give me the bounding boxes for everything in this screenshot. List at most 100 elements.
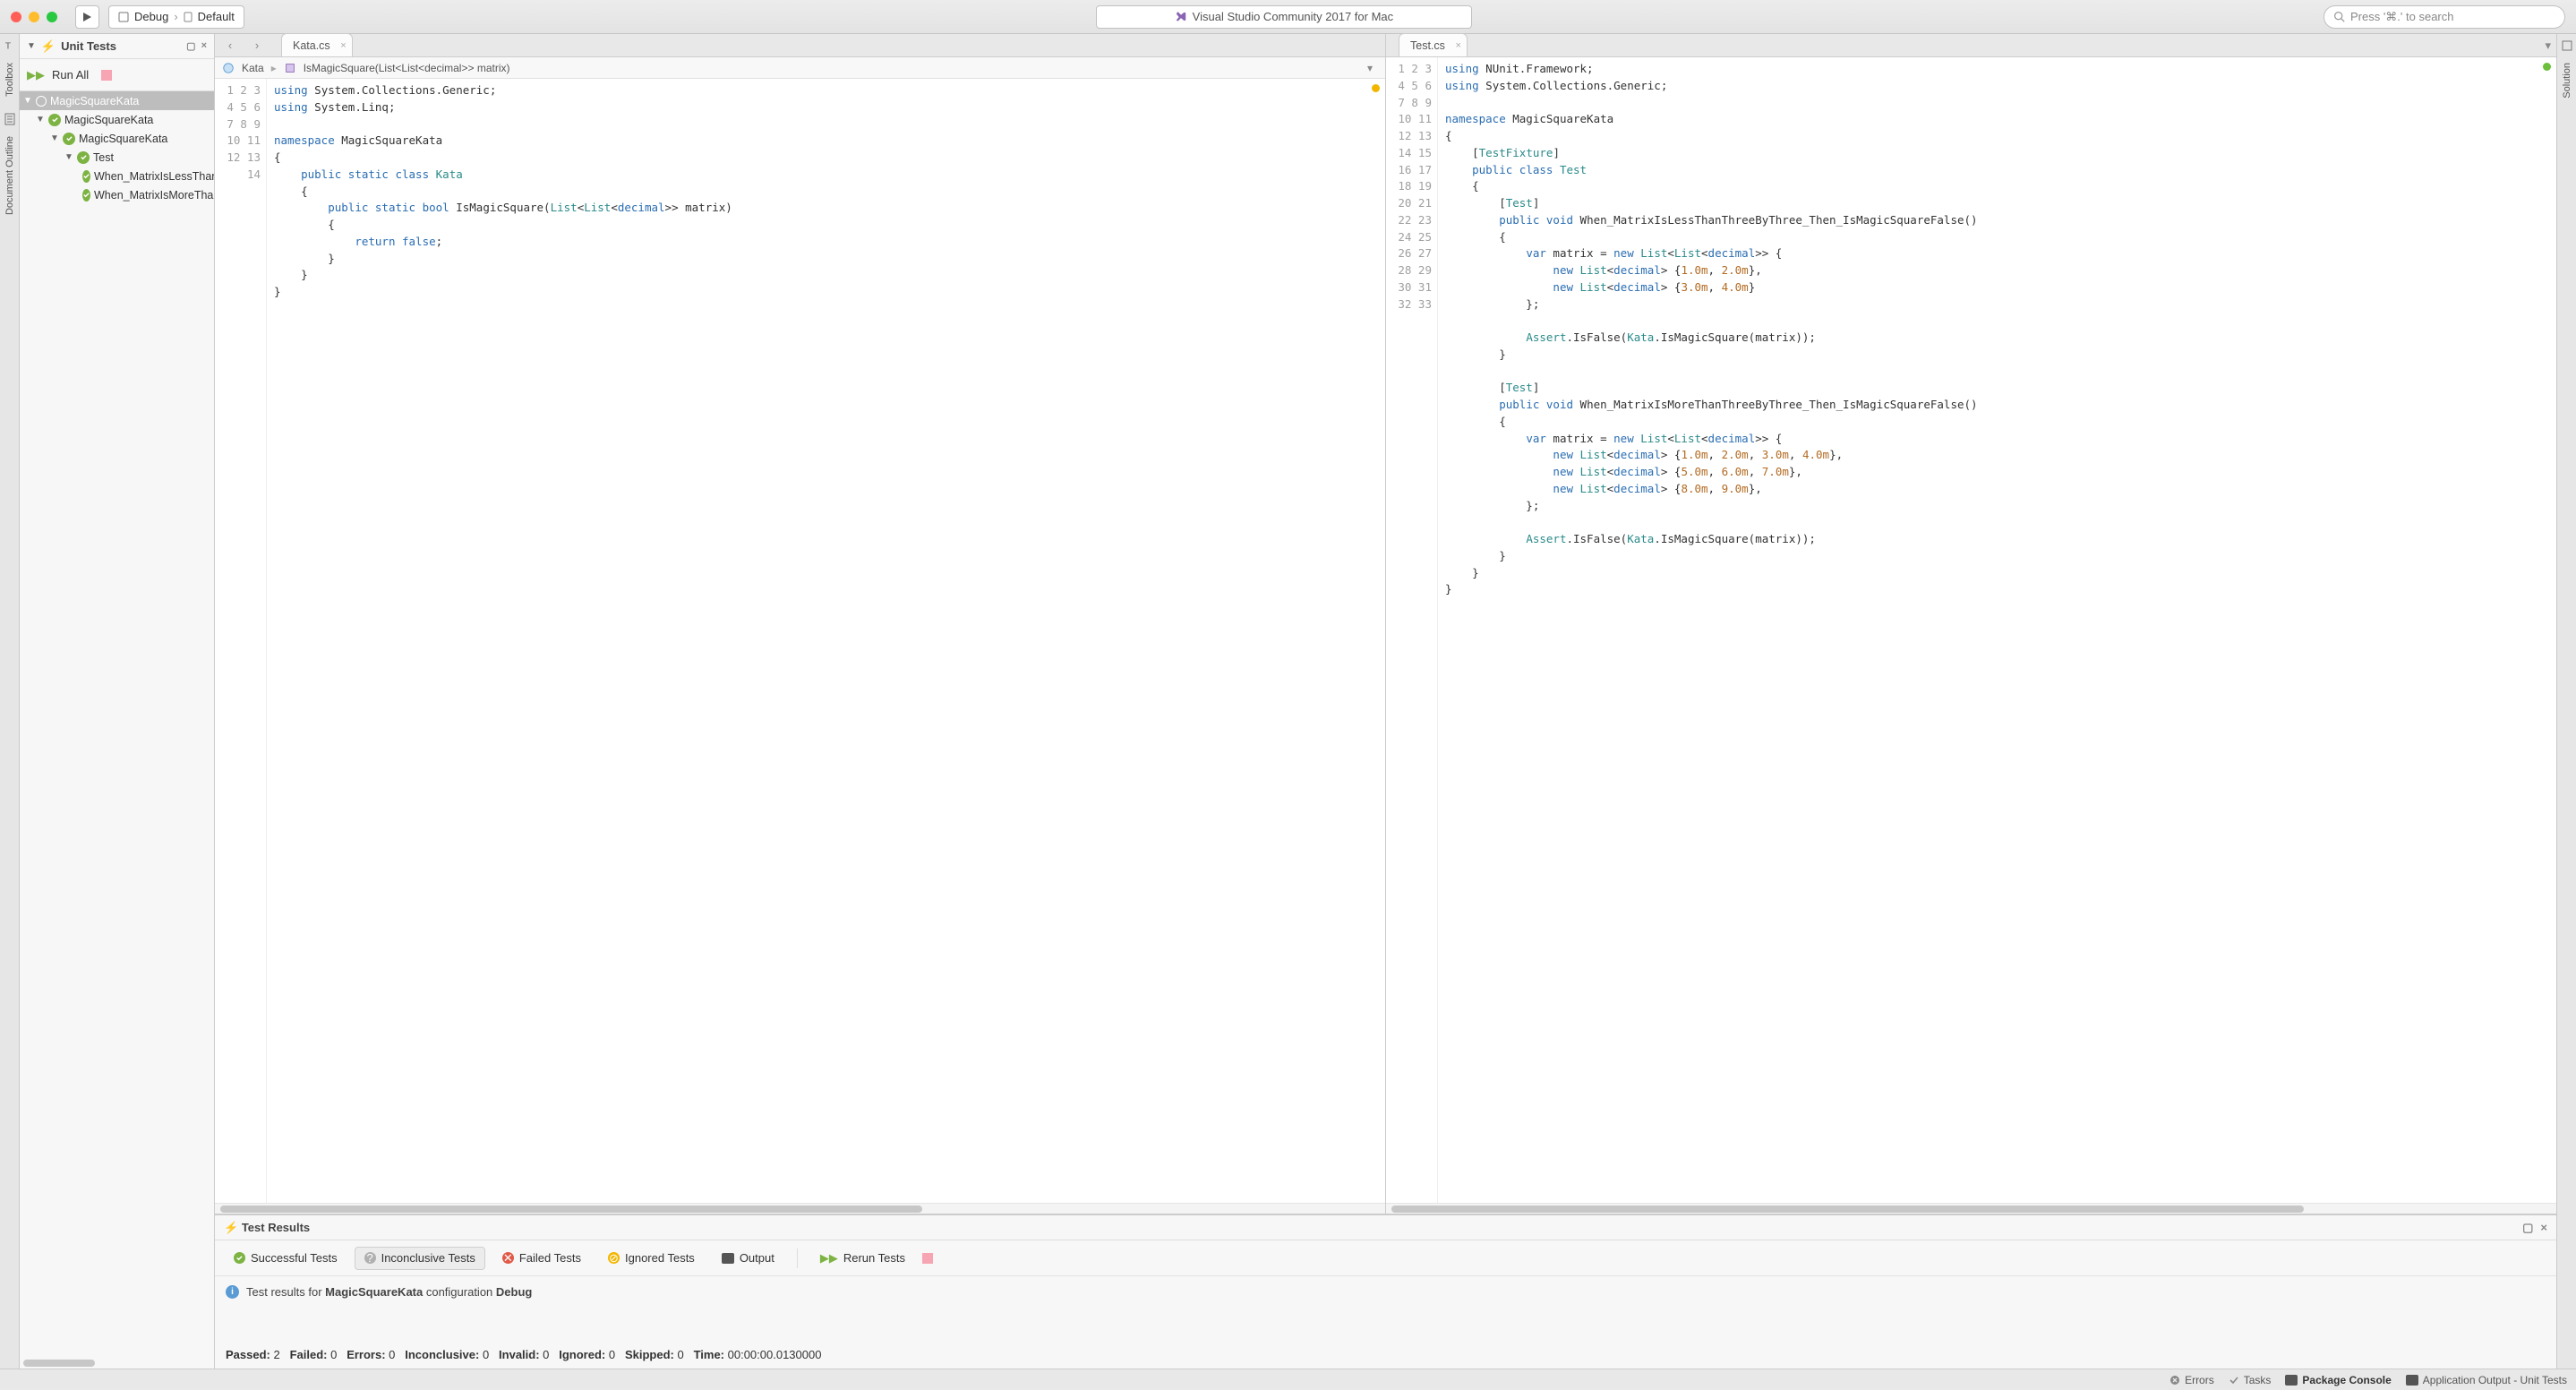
filter-ignored[interactable]: ⊘ Ignored Tests [598,1247,705,1270]
chevron-down-icon[interactable]: ▼ [50,133,59,143]
autohide-button[interactable]: ▢ [2522,1221,2533,1235]
close-tab-button[interactable]: × [1455,40,1460,51]
tree-label: When_MatrixIsLessThanThreeByThree_Then_I… [94,170,214,183]
tree-leaf[interactable]: When_MatrixIsLessThanThreeByThree_Then_I… [20,167,214,185]
terminal-icon [722,1253,734,1264]
stop-tests-button[interactable] [101,70,112,81]
chevron-right-icon: ▸ [271,62,277,74]
autohide-button[interactable]: ▢ [186,40,195,52]
tab-label: Test.cs [1410,39,1445,52]
divider [797,1248,798,1268]
document-outline-icon[interactable] [4,113,16,125]
unit-tests-tree: ▼ MagicSquareKata ▼ MagicSquareKata ▼ Ma… [20,91,214,1358]
run-button[interactable] [75,5,99,29]
svg-text:T: T [4,41,11,52]
chevron-down-icon[interactable]: ▼ [23,96,32,106]
tree-root[interactable]: ▼ MagicSquareKata [20,91,214,110]
editor-column: ‹ › Kata.cs × Kata ▸ IsMagicSquare(List<… [215,34,2556,1369]
code-area-left[interactable]: 1 2 3 4 5 6 7 8 9 10 11 12 13 14 using S… [215,79,1385,1203]
unit-tests-panel: ▼ ⚡ Unit Tests ▢ × ▶▶ Run All ▼ MagicSqu… [20,34,215,1369]
build-status-icon [2543,63,2551,71]
visual-studio-icon [1175,11,1187,23]
tree-leaf[interactable]: When_MatrixIsMoreThanThreeByThree_Then_I… [20,185,214,204]
toolbox-label[interactable]: Toolbox [4,63,15,97]
triangle-down-icon[interactable]: ▼ [27,41,36,51]
horizontal-scrollbar[interactable] [23,1360,95,1367]
status-errors[interactable]: Errors [2169,1374,2214,1386]
tree-node[interactable]: ▼ MagicSquareKata [20,110,214,129]
zoom-window-button[interactable] [47,12,57,22]
tree-label: When_MatrixIsMoreThanThreeByThree_Then_I… [94,189,214,202]
close-panel-button[interactable]: × [2540,1221,2547,1235]
terminal-icon [2285,1375,2298,1386]
app-title-pill: Visual Studio Community 2017 for Mac [1096,5,1472,29]
breadcrumb-menu-button[interactable]: ▾ [1362,60,1378,76]
status-application-output[interactable]: Application Output - Unit Tests [2406,1374,2567,1386]
chevron-right-icon: › [174,10,177,23]
results-summary: Passed: 2 Failed: 0 Errors: 0 Inconclusi… [215,1341,2556,1369]
test-pass-icon [48,114,61,126]
run-icon: ▶▶ [820,1251,838,1266]
status-tasks[interactable]: Tasks [2229,1374,2272,1386]
app-title: Visual Studio Community 2017 for Mac [1193,10,1393,23]
editor-nav-bar: ‹ › Kata.cs × [215,34,1385,57]
close-window-button[interactable] [11,12,21,22]
close-tab-button[interactable]: × [340,40,346,51]
status-package-console[interactable]: Package Console [2285,1374,2391,1386]
test-results-header: ⚡ Test Results ▢ × [215,1215,2556,1240]
tab-kata[interactable]: Kata.cs × [281,33,353,56]
bolt-icon: ⚡ [41,39,56,54]
close-panel-button[interactable]: × [201,40,207,52]
method-icon [284,62,296,74]
fail-icon: ✕ [502,1252,514,1264]
unit-tests-header: ▼ ⚡ Unit Tests ▢ × [20,34,214,59]
run-all-bar: ▶▶ Run All [20,59,214,91]
window-controls [11,12,57,22]
tree-label: MagicSquareKata [79,133,167,145]
nav-back-button[interactable]: ‹ [220,37,240,55]
pane-menu-button[interactable]: ▾ [2545,39,2551,53]
filter-inconclusive[interactable]: ? Inconclusive Tests [355,1247,485,1270]
chevron-down-icon[interactable]: ▼ [64,152,73,162]
results-filter-row: Successful Tests ? Inconclusive Tests ✕ … [215,1240,2556,1276]
pass-icon [234,1252,245,1264]
info-text: Test results for MagicSquareKata configu… [246,1285,532,1299]
tree-node[interactable]: ▼ MagicSquareKata [20,129,214,148]
stop-tests-button[interactable] [922,1253,933,1264]
tree-label: Test [93,151,114,164]
rerun-tests-button[interactable]: ▶▶ Rerun Tests [810,1247,915,1270]
filter-output[interactable]: Output [712,1247,784,1270]
solution-icon[interactable] [2561,39,2573,52]
search-icon [2333,11,2345,22]
editor-split: ‹ › Kata.cs × Kata ▸ IsMagicSquare(List<… [215,34,2556,1214]
code-text[interactable]: using System.Collections.Generic; using … [267,79,1385,1203]
test-pass-icon [77,151,90,164]
filter-successful[interactable]: Successful Tests [224,1247,347,1270]
filter-failed[interactable]: ✕ Failed Tests [492,1247,591,1270]
target-icon [184,12,193,22]
editor-pane-right: Test.cs × ▾ 1 2 3 4 5 6 7 8 9 10 11 12 1… [1386,34,2556,1214]
nav-forward-button[interactable]: › [247,37,267,55]
document-outline-label[interactable]: Document Outline [4,136,15,215]
search-field[interactable]: Press '⌘.' to search [2324,5,2565,29]
test-results-title: Test Results [242,1221,310,1234]
right-rail: Solution [2556,34,2576,1369]
run-all-label[interactable]: Run All [52,68,89,82]
horizontal-scrollbar[interactable] [1386,1203,2556,1214]
toolbox-icon[interactable]: T [4,39,16,52]
solution-label[interactable]: Solution [2562,63,2572,99]
editor-tabstrip-right: Test.cs × ▾ [1386,34,2556,57]
minimize-window-button[interactable] [29,12,39,22]
horizontal-scrollbar[interactable] [215,1203,1385,1214]
breadcrumb-bar[interactable]: Kata ▸ IsMagicSquare(List<List<decimal>>… [215,57,1385,79]
editor-pane-left: ‹ › Kata.cs × Kata ▸ IsMagicSquare(List<… [215,34,1386,1214]
tab-test[interactable]: Test.cs × [1399,33,1468,56]
chevron-down-icon[interactable]: ▼ [36,115,45,124]
configuration-selector[interactable]: Debug › Default [108,5,244,29]
device-icon [118,12,129,22]
tree-node[interactable]: ▼ Test [20,148,214,167]
code-text[interactable]: using NUnit.Framework; using System.Coll… [1438,57,2556,1203]
inconclusive-icon: ? [364,1252,376,1264]
target-label: Default [198,10,235,23]
code-area-right[interactable]: 1 2 3 4 5 6 7 8 9 10 11 12 13 14 15 16 1… [1386,57,2556,1203]
